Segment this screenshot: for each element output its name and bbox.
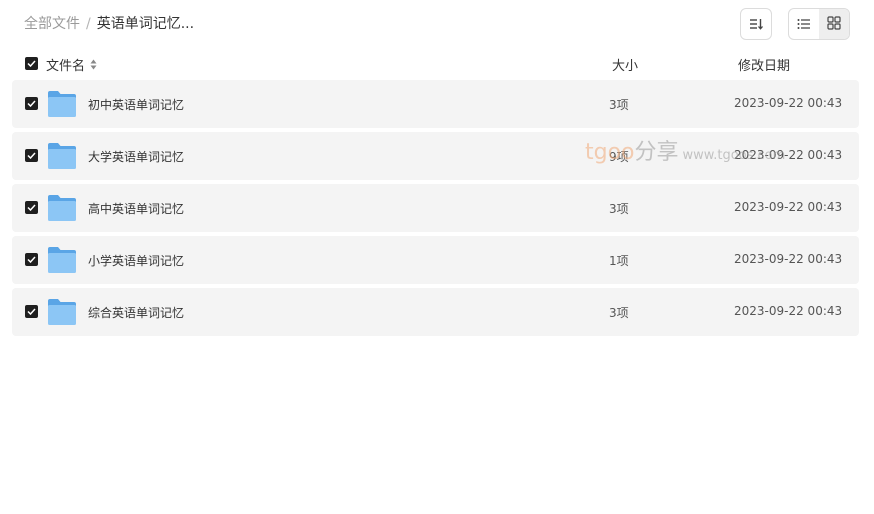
row-checkbox[interactable] <box>25 253 38 266</box>
file-name: 综合英语单词记忆 <box>88 306 185 320</box>
row-checkbox[interactable] <box>25 97 38 110</box>
sort-button[interactable] <box>740 8 772 40</box>
top-bar: 全部文件 / 英语单词记忆... <box>0 0 874 48</box>
select-all-checkbox[interactable] <box>25 57 38 70</box>
breadcrumb-current: 英语单词记忆... <box>96 16 195 32</box>
file-row[interactable]: 小学英语单词记忆 1项 2023-09-22 00:43 <box>12 236 859 284</box>
folder-icon <box>47 246 77 274</box>
column-header-name-label: 文件名 <box>46 59 86 74</box>
file-modified-date: 2023-09-22 00:43 <box>734 304 843 318</box>
grid-view-icon <box>827 15 841 34</box>
folder-icon <box>47 90 77 118</box>
view-toggle <box>788 8 850 40</box>
row-checkbox[interactable] <box>25 305 38 318</box>
file-name: 大学英语单词记忆 <box>88 150 185 164</box>
file-row[interactable]: 综合英语单词记忆 3项 2023-09-22 00:43 <box>12 288 859 336</box>
folder-icon <box>47 194 77 222</box>
list-view-button[interactable] <box>789 9 819 39</box>
file-modified-date: 2023-09-22 00:43 <box>734 96 843 110</box>
file-size: 3项 <box>609 98 629 112</box>
sort-caret-icon <box>90 59 97 70</box>
row-checkbox[interactable] <box>25 201 38 214</box>
file-row[interactable]: 高中英语单词记忆 3项 2023-09-22 00:43 <box>12 184 859 232</box>
file-modified-date: 2023-09-22 00:43 <box>734 252 843 266</box>
breadcrumb-root-link[interactable]: 全部文件 <box>24 14 80 34</box>
column-header-modified[interactable]: 修改日期 <box>738 55 790 74</box>
folder-icon <box>47 298 77 326</box>
file-size: 3项 <box>609 202 629 216</box>
breadcrumb-separator: / <box>86 16 91 32</box>
file-size: 1项 <box>609 254 629 268</box>
file-modified-date: 2023-09-22 00:43 <box>734 148 843 162</box>
file-size: 3项 <box>609 306 629 320</box>
file-row[interactable]: 初中英语单词记忆 3项 2023-09-22 00:43 <box>12 80 859 128</box>
sort-icon <box>749 15 763 34</box>
file-row[interactable]: 大学英语单词记忆 9项 2023-09-22 00:43 <box>12 132 859 180</box>
file-list-header: 文件名 大小 修改日期 <box>12 52 859 76</box>
file-size: 9项 <box>609 150 629 164</box>
file-modified-date: 2023-09-22 00:43 <box>734 200 843 214</box>
folder-icon <box>47 142 77 170</box>
file-name: 初中英语单词记忆 <box>88 98 185 112</box>
file-name: 高中英语单词记忆 <box>88 202 185 216</box>
column-header-name[interactable]: 文件名 <box>46 55 97 74</box>
column-header-size[interactable]: 大小 <box>612 55 638 74</box>
breadcrumb: 全部文件 / 英语单词记忆... <box>24 14 194 34</box>
file-name: 小学英语单词记忆 <box>88 254 185 268</box>
list-view-icon <box>797 15 811 34</box>
file-list: 初中英语单词记忆 3项 2023-09-22 00:43 大学英语单词记忆 9项… <box>12 80 859 340</box>
row-checkbox[interactable] <box>25 149 38 162</box>
grid-view-button[interactable] <box>819 9 849 39</box>
